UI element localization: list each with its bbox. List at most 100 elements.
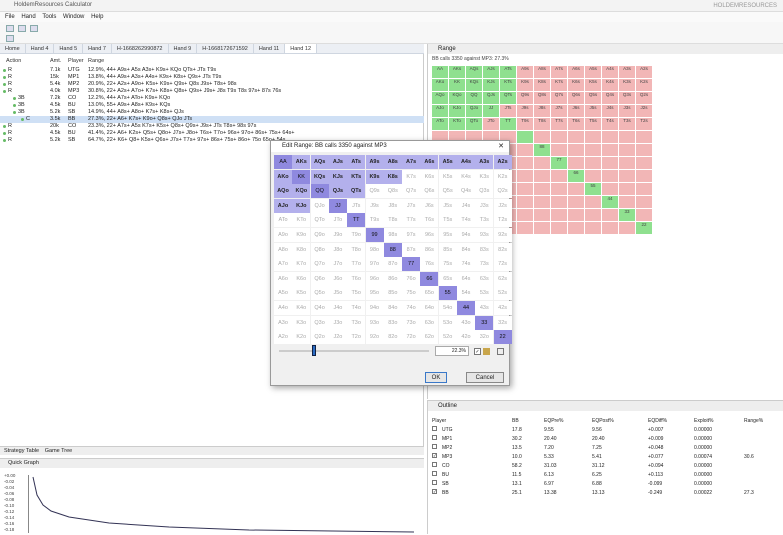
hand-cell[interactable]: A7s xyxy=(402,155,421,169)
hand-cell[interactable]: K2o xyxy=(292,330,311,345)
hand-cell[interactable]: T7o xyxy=(347,257,366,272)
pin-icon[interactable] xyxy=(497,348,504,355)
hand-cell[interactable]: 42s xyxy=(493,301,512,315)
hand-cell[interactable]: 63o xyxy=(420,315,439,330)
hand-cell[interactable]: 96s xyxy=(420,228,439,242)
hand-cell[interactable]: T8s xyxy=(383,213,402,228)
hand-cell[interactable]: T5s xyxy=(438,213,457,228)
hand-cell[interactable]: K7s xyxy=(402,169,421,184)
hand-cell[interactable]: Q5o xyxy=(310,286,329,301)
tab-game-tree[interactable]: Game Tree xyxy=(45,448,73,454)
hand-cell[interactable]: A2s xyxy=(493,155,512,169)
hand-cell[interactable]: J9s xyxy=(365,198,384,213)
hand-cell[interactable]: K9o xyxy=(292,228,311,242)
hand-cell[interactable]: AKs xyxy=(292,155,311,169)
hand-cell[interactable]: J6s xyxy=(420,198,439,213)
hand-cell[interactable]: A9s xyxy=(365,155,384,169)
hand-cell[interactable]: T9o xyxy=(347,228,366,242)
hand-cell[interactable]: 95s xyxy=(438,228,457,242)
hand-cell[interactable]: J8s xyxy=(383,198,402,213)
hand-cell[interactable]: J2o xyxy=(328,330,347,345)
hand-cell[interactable]: A9o xyxy=(274,228,292,242)
hand-cell[interactable]: AQs xyxy=(310,155,329,169)
hand-cell[interactable]: Q2o xyxy=(310,330,329,345)
hand-cell[interactable]: A8o xyxy=(274,242,292,257)
range-slider[interactable] xyxy=(279,345,429,356)
hand-cell[interactable]: 63s xyxy=(475,271,494,286)
hand-cell[interactable]: 97s xyxy=(402,228,421,242)
tree-row[interactable]: R 4.0k MP3 30.8%, 22+ A2s+ A7o+ K7s+ K8s+ Q… xyxy=(0,88,424,95)
hand-cell[interactable]: 94o xyxy=(365,301,384,315)
hand-cell[interactable]: K4o xyxy=(292,301,311,315)
hand-cell[interactable]: ATo xyxy=(274,213,292,228)
hand-cell[interactable]: 43o xyxy=(457,315,475,330)
hand-cell[interactable]: Q7o xyxy=(310,257,329,272)
hand-cell[interactable]: KQo xyxy=(292,184,311,199)
menu-file[interactable]: File xyxy=(5,12,15,22)
hand-cell[interactable]: Q9o xyxy=(310,228,329,242)
tab-hand-5[interactable]: Hand 5 xyxy=(54,44,84,53)
refresh-icon[interactable] xyxy=(6,35,14,42)
hand-cell[interactable]: 22 xyxy=(493,330,512,345)
hand-cell[interactable]: 82o xyxy=(383,330,402,345)
outline-row[interactable]: BU 11.5 6.13 6.25 +0.113 0.00000 xyxy=(428,471,783,479)
hand-cell[interactable]: 93o xyxy=(365,315,384,330)
hand-cell[interactable]: Q6o xyxy=(310,271,329,286)
outline-row[interactable]: ✓ MP3 10.0 5.33 5.41 +0.077 0.00074 30.6 xyxy=(428,453,783,461)
close-icon[interactable]: ✕ xyxy=(498,141,504,152)
hand-cell[interactable]: JJ xyxy=(328,198,347,213)
hand-cell[interactable]: A3o xyxy=(274,315,292,330)
outline-row[interactable]: MP1 30.2 20.40 20.40 +0.009 0.00000 xyxy=(428,435,783,443)
hand-cell[interactable]: KQs xyxy=(310,169,329,184)
hand-cell[interactable]: 52s xyxy=(493,286,512,301)
hand-cell[interactable]: J5s xyxy=(438,198,457,213)
hand-cell[interactable]: K6o xyxy=(292,271,311,286)
hand-cell[interactable]: T2o xyxy=(347,330,366,345)
slider-thumb[interactable] xyxy=(312,345,316,356)
hand-cell[interactable]: K6s xyxy=(420,169,439,184)
hand-cell[interactable]: A5o xyxy=(274,286,292,301)
hand-cell[interactable]: J3s xyxy=(475,198,494,213)
hand-cell[interactable]: K3o xyxy=(292,315,311,330)
menu-window[interactable]: Window xyxy=(63,12,84,22)
hand-cell[interactable]: JTs xyxy=(347,198,366,213)
hand-cell[interactable]: 33 xyxy=(475,315,494,330)
player-checkbox[interactable] xyxy=(432,426,437,431)
hand-cell[interactable]: JTo xyxy=(328,213,347,228)
player-checkbox[interactable] xyxy=(432,462,437,467)
hand-cell[interactable]: J6o xyxy=(328,271,347,286)
hand-cell[interactable]: 85o xyxy=(383,286,402,301)
hand-cell[interactable]: QTo xyxy=(310,213,329,228)
hand-cell[interactable]: AJs xyxy=(328,155,347,169)
hand-cell[interactable]: 98s xyxy=(383,228,402,242)
hand-cell[interactable]: KJo xyxy=(292,198,311,213)
hand-cell[interactable]: A7o xyxy=(274,257,292,272)
hand-cell[interactable]: 43s xyxy=(475,301,494,315)
hand-cell[interactable]: J2s xyxy=(493,198,512,213)
hand-cell[interactable]: Q3s xyxy=(475,184,494,199)
hand-cell[interactable]: J4s xyxy=(457,198,475,213)
hand-cell[interactable]: Q9s xyxy=(365,184,384,199)
hand-cell[interactable]: 74s xyxy=(457,257,475,272)
hand-cell[interactable]: KJs xyxy=(328,169,347,184)
player-checkbox[interactable]: ✓ xyxy=(432,489,437,494)
hand-cell[interactable]: K8o xyxy=(292,242,311,257)
tree-row[interactable]: R 4.5k BU 41.4%, 22+ A6+ K2s+ Q5s+ Q8o+ J7s… xyxy=(0,130,424,137)
hand-cell[interactable]: KTo xyxy=(292,213,311,228)
player-checkbox[interactable] xyxy=(432,435,437,440)
hand-cell[interactable]: K8s xyxy=(383,169,402,184)
hand-cell[interactable]: 54s xyxy=(457,286,475,301)
hand-cell[interactable]: 97o xyxy=(365,257,384,272)
hand-cell[interactable]: ATs xyxy=(347,155,366,169)
hand-cell[interactable]: 32s xyxy=(493,315,512,330)
hand-cell[interactable]: 84s xyxy=(457,242,475,257)
new-icon[interactable] xyxy=(6,25,14,32)
tree-row[interactable]: R 15k MP1 13.8%, 44+ A9s+ A3s+ A4s+ K9s+ K8… xyxy=(0,74,424,81)
hand-cell[interactable]: 88 xyxy=(383,242,402,257)
hand-cell[interactable]: A6s xyxy=(420,155,439,169)
hand-cell[interactable]: 44 xyxy=(457,301,475,315)
player-checkbox[interactable] xyxy=(432,480,437,485)
hand-cell[interactable]: 83o xyxy=(383,315,402,330)
tab-hand-h1[interactable]: H-1668262990872 xyxy=(112,44,169,53)
hand-cell[interactable]: Q2s xyxy=(493,184,512,199)
